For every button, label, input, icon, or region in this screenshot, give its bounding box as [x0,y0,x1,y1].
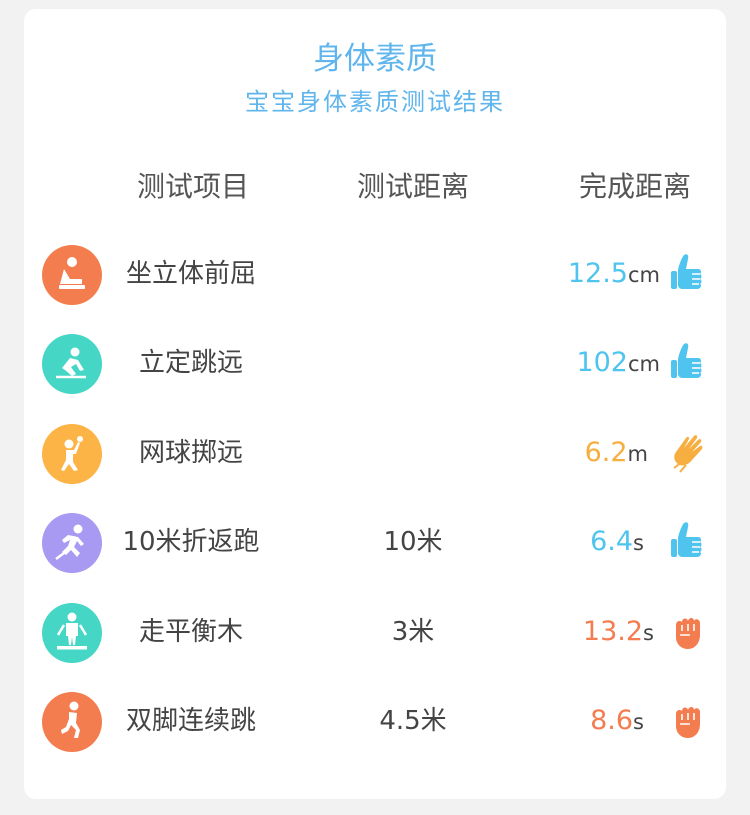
table-row: 坐立体前屈 12.5cm [24,243,726,307]
result-value: 12.5cm [568,256,660,295]
item-name: 双脚连续跳 [125,706,256,736]
item-name: 坐立体前屈 [125,259,256,289]
header-test-item: 测试项目 [136,170,249,203]
table-row: 10米折返跑 10米 6.4s [24,511,726,575]
table-row: 网球掷远 6.2m [24,422,726,486]
result-unit: cm [627,263,660,287]
item-name: 走平衡木 [138,617,243,647]
item-name: 10米折返跑 [122,527,260,557]
result-value: 13.2s [583,614,654,653]
shuttle-run-icon [42,513,102,573]
table-row: 双脚连续跳 4.5米 8.6s [24,690,726,754]
result-number: 6.2 [584,437,628,468]
sit-and-reach-icon [42,245,102,305]
balance-beam-icon [42,603,102,663]
thumbs-up-icon [668,342,708,386]
long-jump-icon [42,334,102,394]
header-done-distance: 完成距离 [578,170,691,203]
result-number: 8.6 [590,705,634,736]
header-test-distance: 测试距离 [356,170,469,203]
page-subtitle: 宝宝身体素质测试结果 [245,88,505,116]
result-unit: cm [627,352,660,376]
result-number: 102 [576,347,628,378]
continuous-jump-icon [42,692,102,752]
clapping-hands-icon [668,432,708,476]
result-value: 6.4s [590,524,644,563]
table-row: 立定跳远 102cm [24,332,726,396]
ball-throw-icon [42,424,102,484]
result-value: 102cm [576,345,660,384]
thumbs-up-icon [668,253,708,297]
result-unit: m [627,442,648,466]
result-number: 12.5 [567,258,628,289]
result-number: 13.2 [582,616,644,647]
page-title: 身体素质 [313,41,437,77]
table-row: 走平衡木 3米 13.2s [24,601,726,665]
test-distance: 4.5米 [379,706,447,736]
test-distance: 10米 [383,527,443,557]
physical-fitness-card: 身体素质 宝宝身体素质测试结果 测试项目 测试距离 完成距离 坐立体前屈 12.… [24,9,726,799]
raised-fist-icon [668,700,708,744]
test-distance: 3米 [391,617,435,647]
result-unit: s [643,621,654,645]
result-number: 6.4 [590,526,634,557]
item-name: 立定跳远 [138,348,243,378]
item-name: 网球掷远 [138,438,243,468]
result-value: 6.2m [585,435,648,474]
result-unit: s [633,531,644,555]
thumbs-up-icon [668,521,708,565]
raised-fist-icon [668,611,708,655]
result-value: 8.6s [590,703,644,742]
result-unit: s [633,710,644,734]
